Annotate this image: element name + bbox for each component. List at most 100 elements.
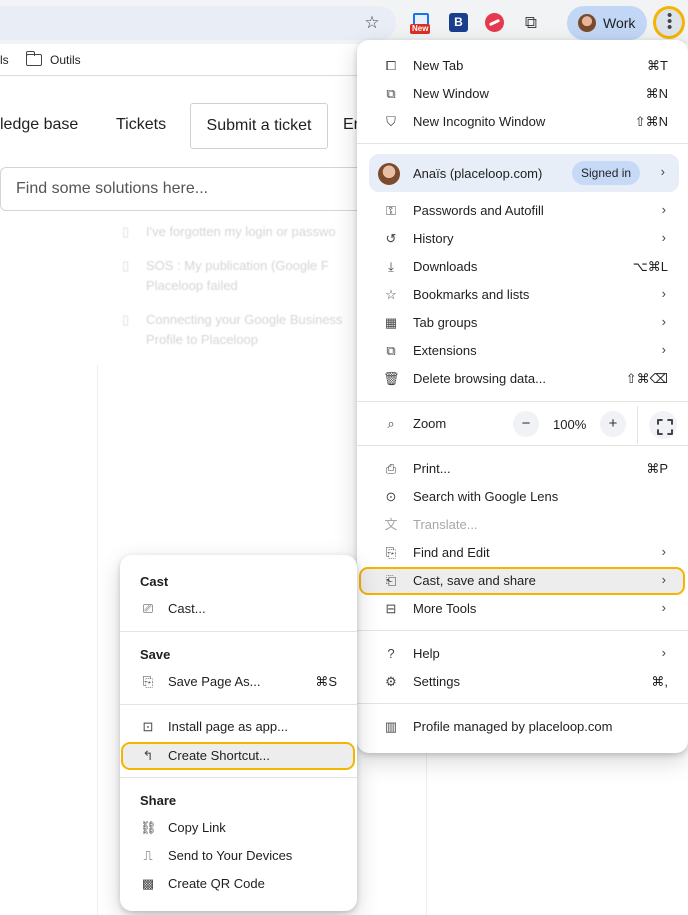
folder-icon <box>25 51 42 66</box>
divider <box>637 406 638 444</box>
avatar <box>578 14 596 32</box>
puzzle-icon: ⧉ <box>386 343 396 358</box>
divider <box>357 143 688 144</box>
menu-item-new-window[interactable]: ⧉ New Window ⌘N <box>357 80 688 108</box>
gear-icon: ⚙ <box>385 674 397 689</box>
cast-save-share-submenu: Cast ⎚ Cast... Save ⎘ Save Page As... ⌘S… <box>120 555 357 911</box>
list-item[interactable]: SOS : My publication (Google F Placeloop… <box>118 256 368 296</box>
menu-item-cast-save-share[interactable]: ⎗ Cast, save and share › <box>357 567 688 595</box>
zoom-out-button[interactable]: − <box>513 411 539 437</box>
menu-item-create-shortcut[interactable]: ↰ Create Shortcut... <box>120 742 357 770</box>
divider <box>357 703 688 704</box>
list-item[interactable]: Connecting your Google Business Profile … <box>118 310 368 350</box>
chevron-right-icon: › <box>661 600 666 615</box>
menu-item-managed[interactable]: ▥ Profile managed by placeloop.com <box>357 713 688 741</box>
menu-item-cast[interactable]: ⎚ Cast... <box>120 595 357 623</box>
extension-red-icon[interactable] <box>484 12 506 34</box>
zoom-in-button[interactable]: + <box>600 411 626 437</box>
avatar <box>378 163 400 185</box>
history-icon: ↺ <box>385 231 397 246</box>
menu-item-print[interactable]: ⎙ Print... ⌘P <box>357 455 688 483</box>
star-icon: ☆ <box>385 287 397 302</box>
menu-item-install-app[interactable]: ⊡ Install page as app... <box>120 713 357 741</box>
menu-item-history[interactable]: ↺ History › <box>357 225 688 253</box>
divider <box>357 630 688 631</box>
cast-icon: ⎚ <box>142 601 154 616</box>
divider <box>120 777 357 778</box>
profile-chip[interactable]: Work <box>567 6 647 40</box>
chevron-right-icon: › <box>661 572 666 587</box>
chevron-right-icon: › <box>661 202 666 217</box>
menu-item-more-tools[interactable]: ⊟ More Tools › <box>357 595 688 623</box>
new-tab-icon: ⧠ <box>385 58 397 73</box>
cast-save-icon: ⎗ <box>385 573 397 588</box>
extension-b-icon[interactable]: B <box>448 12 470 34</box>
section-heading-share: Share <box>140 793 177 808</box>
browser-toolbar: ☆ New B ⧉ Work • • • <box>0 0 688 44</box>
zoom-level: 100% <box>553 417 587 432</box>
menu-item-passwords[interactable]: ⚿ Passwords and Autofill › <box>357 197 688 225</box>
nav-knowledge-base[interactable]: ledge base <box>0 116 78 134</box>
menu-item-extensions[interactable]: ⧉ Extensions › <box>357 337 688 365</box>
search-box <box>0 167 370 211</box>
chevron-right-icon: › <box>661 645 666 660</box>
menu-item-find-edit[interactable]: ⎘ Find and Edit › <box>357 539 688 567</box>
divider <box>97 365 98 915</box>
menu-item-save-page[interactable]: ⎘ Save Page As... ⌘S <box>120 668 357 696</box>
chevron-right-icon: › <box>661 342 666 357</box>
section-heading-cast: Cast <box>140 574 169 589</box>
qr-icon: ▩ <box>141 876 155 891</box>
key-icon: ⚿ <box>386 203 396 218</box>
kebab-menu-button[interactable]: • • • <box>653 6 685 39</box>
bookmark-item-partial[interactable]: ls <box>0 53 9 67</box>
divider <box>357 445 688 446</box>
menu-item-copy-link[interactable]: ⛓ Copy Link <box>120 814 357 842</box>
menu-item-bookmarks[interactable]: ☆ Bookmarks and lists › <box>357 281 688 309</box>
star-icon[interactable]: ☆ <box>362 13 382 33</box>
kebab-icon: • • • <box>667 7 673 36</box>
menu-item-tab-groups[interactable]: ▦ Tab groups › <box>357 309 688 337</box>
trash-icon: 🗑︎ <box>383 371 400 386</box>
new-badge: New <box>410 24 431 34</box>
download-icon: ⤓ <box>388 259 394 274</box>
profile-chip-label: Work <box>603 15 636 31</box>
menu-item-new-incognito[interactable]: ⛉ New Incognito Window ⇧⌘N <box>357 108 688 136</box>
find-icon: ⎘ <box>385 545 397 560</box>
menu-item-google-lens[interactable]: ⊙ Search with Google Lens <box>357 483 688 511</box>
extension-puzzle-icon[interactable]: ⧉ <box>520 12 542 34</box>
menu-item-send-devices[interactable]: ⎍ Send to Your Devices <box>120 842 357 870</box>
divider <box>120 631 357 632</box>
chevron-right-icon: › <box>660 164 665 179</box>
link-icon: ⛓ <box>140 820 157 835</box>
help-icon: ? <box>387 646 395 661</box>
menu-item-qr-code[interactable]: ▩ Create QR Code <box>120 870 357 898</box>
building-icon: ▥ <box>384 719 398 734</box>
divider <box>357 401 688 402</box>
shortcut-icon: ↰ <box>142 748 154 763</box>
menu-item-downloads[interactable]: ⤓ Downloads ⌥⌘L <box>357 253 688 281</box>
submit-ticket-button[interactable]: Submit a ticket <box>190 103 328 149</box>
save-page-icon: ⎘ <box>142 674 154 689</box>
address-bar[interactable] <box>0 6 396 40</box>
menu-item-delete-data[interactable]: 🗑︎ Delete browsing data... ⇧⌘⌫ <box>357 365 688 393</box>
menu-item-new-tab[interactable]: ⧠ New Tab ⌘T <box>357 52 688 80</box>
chevron-right-icon: › <box>661 230 666 245</box>
toolbox-icon: ⊟ <box>385 601 397 616</box>
menu-item-translate[interactable]: 文 Translate... <box>357 511 688 539</box>
fullscreen-icon[interactable] <box>649 411 677 439</box>
divider <box>426 735 427 915</box>
incognito-icon: ⛉ <box>386 114 396 129</box>
bookmark-folder-outils[interactable]: Outils <box>50 53 81 67</box>
list-item[interactable]: I've forgotten my login or passwo <box>118 222 368 242</box>
search-input[interactable] <box>16 180 356 198</box>
chevron-right-icon: › <box>661 286 666 301</box>
lens-icon: ⊙ <box>385 489 397 504</box>
menu-item-settings[interactable]: ⚙ Settings ⌘, <box>357 668 688 696</box>
nav-tickets[interactable]: Tickets <box>116 116 166 134</box>
menu-item-help[interactable]: ? Help › <box>357 640 688 668</box>
install-app-icon: ⊡ <box>142 719 154 734</box>
profile-row[interactable]: Anaïs (placeloop.com) Signed in › <box>369 154 679 192</box>
translate-icon: 文 <box>384 517 398 532</box>
extension-new-icon[interactable]: New <box>410 12 432 34</box>
zoom-icon: ⌕ <box>387 416 395 431</box>
